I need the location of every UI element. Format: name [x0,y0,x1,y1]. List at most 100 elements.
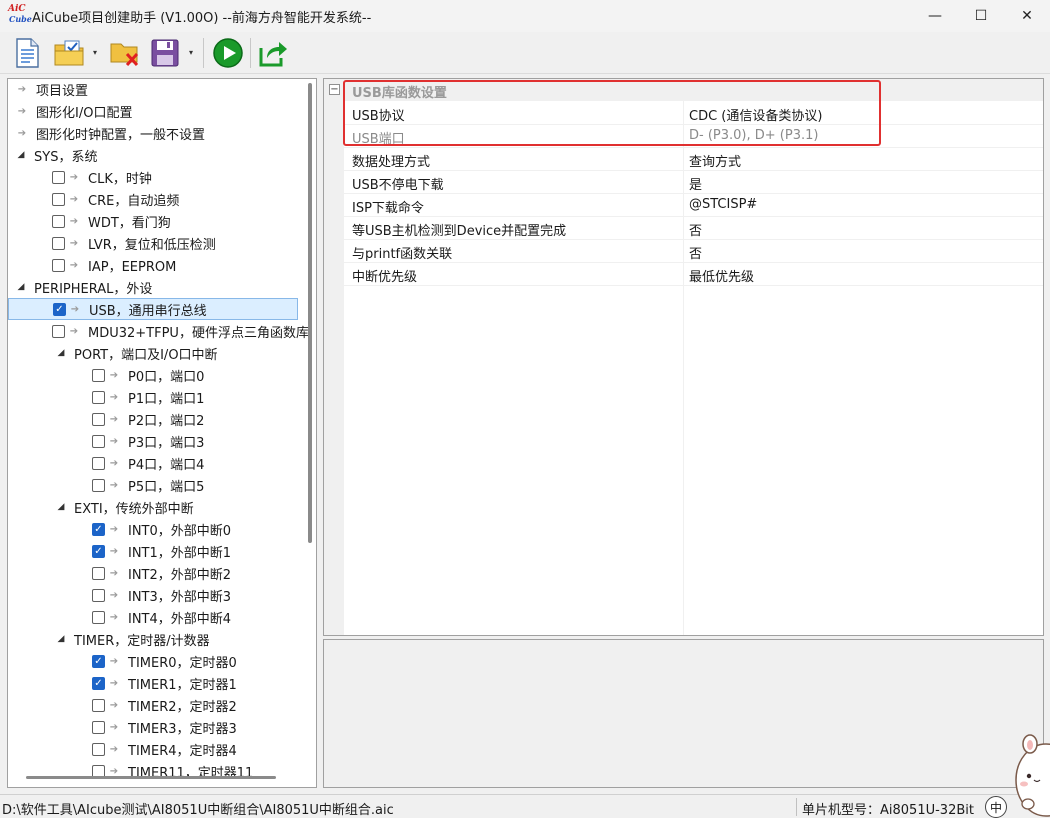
checkbox-icon[interactable] [92,456,105,470]
scrollbar-thumb[interactable] [308,83,312,543]
save-project-button[interactable] [148,36,182,70]
logo-text-top: AiC [8,4,26,14]
tree-item[interactable]: ➔ LVR，复位和低压检测 [9,232,216,254]
tree-item[interactable]: ➔ TIMER4，定时器4 [9,738,237,760]
tree-item[interactable]: ◢ PERIPHERAL，外设 [9,276,153,298]
open-dropdown-arrow[interactable]: ▾ [90,48,100,58]
property-row[interactable]: 数据处理方式 查询方式 [344,148,1043,171]
expand-triangle-icon[interactable]: ◢ [56,634,66,644]
expand-triangle-icon[interactable]: ◢ [16,150,26,160]
tree-item[interactable]: ➔ CLK，时钟 [9,166,152,188]
tree-vertical-scrollbar[interactable] [304,79,316,769]
tree-item[interactable]: ➔ TIMER2，定时器2 [9,694,237,716]
export-button[interactable] [256,36,290,70]
property-value[interactable]: 否 [689,243,702,262]
expand-triangle-icon[interactable]: ◢ [56,502,66,512]
tree-item[interactable]: ✓ ➔ INT1，外部中断1 [9,540,231,562]
tree-horizontal-scrollbar[interactable] [8,769,304,787]
property-value[interactable]: 最低优先级 [689,266,754,285]
close-window-button[interactable]: ✕ [1004,0,1050,32]
tree-item[interactable]: ➔ 图形化I/O口配置 [9,100,133,122]
module-tree[interactable]: ➔ 项目设置 ➔ 图形化I/O口配置 ➔ 图形化时钟配置，一般不设置 ◢ SYS，系统 ➔ CLK… [7,78,317,788]
property-value[interactable]: @STCISP# [689,197,757,212]
property-row[interactable]: USB不停电下载 是 [344,171,1043,194]
run-button[interactable] [211,36,245,70]
tree-item[interactable]: ✓ ➔ USB，通用串行总线 [8,298,298,320]
tree-item[interactable]: ◢ SYS，系统 [9,144,98,166]
property-value[interactable]: 查询方式 [689,151,741,170]
checkbox-checked-icon[interactable]: ✓ [92,544,105,558]
checkbox-checked-icon[interactable]: ✓ [92,522,105,536]
new-project-button[interactable] [10,36,44,70]
checkbox-icon[interactable] [92,742,105,756]
checkbox-checked-icon[interactable]: ✓ [92,654,105,668]
checkbox-icon[interactable] [92,566,105,580]
checkbox-icon[interactable] [92,478,105,492]
property-category-row[interactable]: − USB库函数设置 [324,79,1043,101]
checkbox-checked-icon[interactable]: ✓ [53,302,66,316]
tree-item[interactable]: ➔ P4口，端口4 [9,452,204,474]
tree-item[interactable]: ➔ 项目设置 [9,79,88,100]
tree-item[interactable]: ✓ ➔ INT0，外部中断0 [9,518,231,540]
checkbox-icon[interactable] [92,588,105,602]
tree-item[interactable]: ➔ WDT，看门狗 [9,210,171,232]
property-value[interactable]: 是 [689,174,702,193]
scrollbar-thumb[interactable] [26,776,276,779]
property-value[interactable]: 否 [689,220,702,239]
ime-indicator-icon[interactable]: 中 [985,796,1007,818]
checkbox-checked-icon[interactable]: ✓ [92,676,105,690]
checkbox-icon[interactable] [92,610,105,624]
property-column-divider[interactable] [683,101,684,635]
open-project-button[interactable] [52,36,86,70]
tree-item[interactable]: ➔ MDU32+TFPU，硬件浮点三角函数库 [9,320,309,342]
tree-item-label: INT3，外部中断3 [128,589,232,605]
tree-item[interactable]: ➔ CRE，自动追频 [9,188,179,210]
tree-item[interactable]: ➔ TIMER3，定时器3 [9,716,237,738]
property-grid-margin [324,79,344,635]
close-project-button[interactable] [108,36,142,70]
property-row[interactable]: 中断优先级 最低优先级 [344,263,1043,286]
expand-triangle-icon[interactable]: ◢ [16,282,26,292]
tree-item[interactable]: ◢ TIMER，定时器/计数器 [9,628,210,650]
checkbox-icon[interactable] [52,236,65,250]
minimize-button[interactable]: — [912,0,958,32]
property-row[interactable]: USB端口 D- (P3.0), D+ (P3.1) [344,125,1043,148]
tree-item-label: INT0，外部中断0 [128,523,232,539]
tree-item[interactable]: ➔ P5口，端口5 [9,474,204,496]
tree-item[interactable]: ◢ EXTI，传统外部中断 [9,496,194,518]
tree-item[interactable]: ➔ INT3，外部中断3 [9,584,231,606]
collapse-icon[interactable]: − [329,84,340,95]
tree-item[interactable]: ➔ P2口，端口2 [9,408,204,430]
tree-item[interactable]: ✓ ➔ TIMER0，定时器0 [9,650,237,672]
tree-item[interactable]: ➔ INT4，外部中断4 [9,606,231,628]
checkbox-icon[interactable] [52,192,65,206]
tree-item[interactable]: ◢ PORT，端口及I/O口中断 [9,342,218,364]
checkbox-icon[interactable] [92,368,105,382]
checkbox-icon[interactable] [52,170,65,184]
tree-item[interactable]: ➔ INT2，外部中断2 [9,562,231,584]
tree-item[interactable]: ➔ IAP，EEPROM [9,254,176,276]
tree-item[interactable]: ➔ P0口，端口0 [9,364,204,386]
expand-triangle-icon[interactable]: ◢ [56,348,66,358]
property-row[interactable]: ISP下载命令 @STCISP# [344,194,1043,217]
tree-item[interactable]: ✓ ➔ TIMER1，定时器1 [9,672,237,694]
checkbox-icon[interactable] [92,720,105,734]
checkbox-icon[interactable] [92,698,105,712]
checkbox-icon[interactable] [52,324,65,338]
maximize-button[interactable]: ☐ [958,0,1004,32]
tree-item[interactable]: ➔ 图形化时钟配置，一般不设置 [9,122,205,144]
checkbox-icon[interactable] [52,214,65,228]
tree-item[interactable]: ➔ P3口，端口3 [9,430,204,452]
save-dropdown-arrow[interactable]: ▾ [186,48,196,58]
property-row[interactable]: USB协议 CDC (通信设备类协议) [344,102,1043,125]
checkbox-icon[interactable] [92,390,105,404]
checkbox-icon[interactable] [92,412,105,426]
property-row[interactable]: 与printf函数关联 否 [344,240,1043,263]
property-name: 数据处理方式 [352,155,431,170]
tree-item[interactable]: ➔ P1口，端口1 [9,386,204,408]
property-description-pane [323,639,1044,788]
checkbox-icon[interactable] [52,258,65,272]
property-row[interactable]: 等USB主机检测到Device并配置完成 否 [344,217,1043,240]
checkbox-icon[interactable] [92,434,105,448]
property-value[interactable]: CDC (通信设备类协议) [689,105,822,124]
